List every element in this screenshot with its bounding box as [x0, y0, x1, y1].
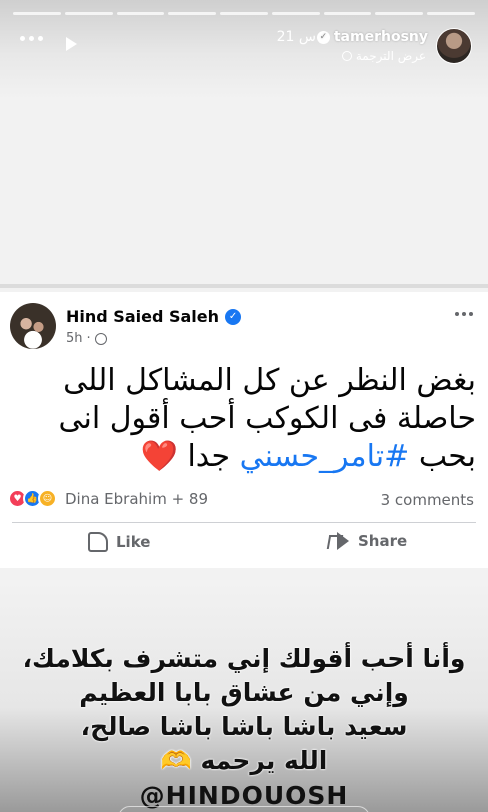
post-text-line: بحب #تامر_حسني جدا ❤️: [140, 439, 476, 474]
story-username[interactable]: ✓ tamerhosny: [316, 29, 428, 45]
play-icon[interactable]: [66, 37, 77, 51]
reaction-icons: ♥ 👍 ☺: [8, 489, 57, 508]
reactions-text: Dina Ebrahim + 89: [65, 489, 209, 508]
facebook-post: Hind Saied Saleh ✓ 5h · بغض النظر عن كل …: [0, 292, 488, 568]
divider: [0, 284, 488, 288]
story-header: 21 س ✓ tamerhosny عرض الترجمة: [0, 0, 488, 100]
story-caption-area: وأنا أحب أقولك إني متشرف بكلامك، وإني من…: [0, 580, 488, 812]
caption-line: وإني من عشاق بابا العظيم: [79, 678, 409, 707]
verified-icon: ✓: [316, 30, 330, 44]
post-author[interactable]: Hind Saied Saleh ✓: [66, 307, 242, 326]
story-progress-bar: [13, 12, 476, 15]
share-label: Share: [358, 532, 408, 550]
translate-icon: [341, 51, 352, 61]
post-text-line: بغض النظر عن كل المشاكل اللى: [63, 363, 476, 398]
author-name: Hind Saied Saleh: [66, 307, 220, 326]
caption-line: وأنا أحب أقولك إني متشرف بكلامك،: [22, 644, 466, 673]
post-meta: 5h ·: [66, 331, 107, 346]
more-dots-icon[interactable]: [20, 36, 43, 41]
share-icon: [328, 532, 350, 550]
caption-line: الله يرحمه 🫶: [160, 746, 328, 775]
story-time: 21 س: [276, 29, 316, 45]
caption-line: سعيد باشا باشا باشا صالح،: [80, 712, 408, 741]
post-text: بغض النظر عن كل المشاكل اللى حاصلة فى ال…: [26, 362, 476, 476]
post-divider: [12, 522, 476, 523]
post-time: 5h: [66, 331, 83, 346]
translate-link[interactable]: عرض الترجمة: [341, 49, 426, 63]
post-text-line: حاصلة فى الكوكب أحب أقول انى: [58, 401, 476, 436]
username-label: tamerhosny: [333, 29, 428, 45]
reply-bar[interactable]: [118, 806, 370, 812]
care-icon: ☺: [38, 489, 57, 508]
heart-emoji: ❤️: [140, 439, 178, 474]
thumbs-up-icon: [88, 532, 108, 552]
post-options-icon[interactable]: [455, 312, 473, 316]
translate-label: عرض الترجمة: [355, 49, 426, 63]
story-caption: وأنا أحب أقولك إني متشرف بكلامك، وإني من…: [14, 642, 474, 778]
post-author-avatar[interactable]: [10, 303, 56, 349]
verified-badge-icon: ✓: [225, 308, 242, 325]
globe-icon: [94, 332, 107, 345]
like-button[interactable]: Like: [88, 532, 150, 552]
comments-count[interactable]: 3 comments: [381, 491, 474, 509]
hashtag-link[interactable]: #تامر_حسني: [240, 439, 410, 474]
like-label: Like: [116, 533, 151, 551]
story-avatar[interactable]: [436, 28, 472, 64]
share-button[interactable]: Share: [328, 532, 407, 550]
reactions-summary[interactable]: ♥ 👍 ☺ Dina Ebrahim + 89: [8, 489, 208, 508]
